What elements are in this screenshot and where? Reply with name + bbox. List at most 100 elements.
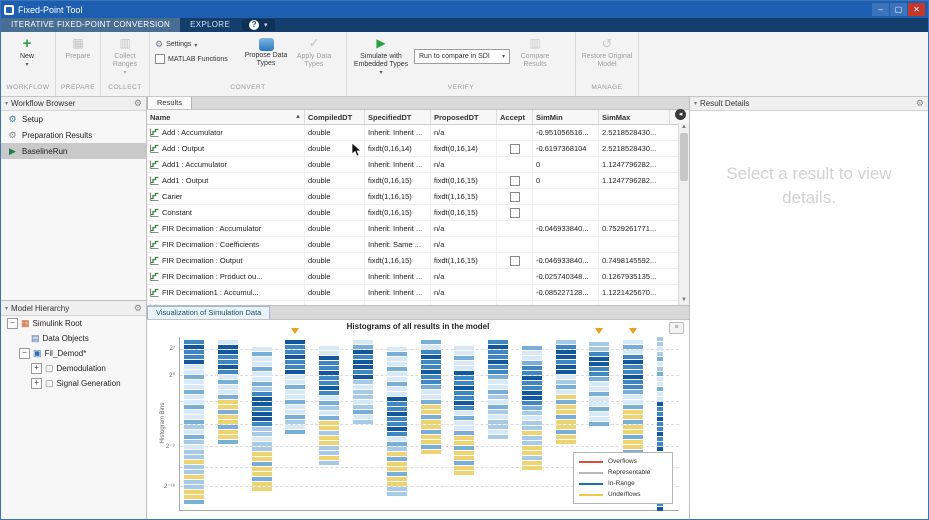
histogram-bin	[387, 442, 407, 446]
workflow-item-baselinerun[interactable]: ▶BaselineRun	[1, 143, 146, 159]
minimize-button[interactable]: –	[872, 3, 889, 16]
legend-swatch	[579, 494, 603, 496]
new-button[interactable]: New ▾	[4, 35, 50, 69]
tree-item-simulink-root[interactable]: −▦Simulink Root	[1, 316, 146, 331]
histogram-column[interactable]	[522, 337, 542, 510]
histogram-column[interactable]	[218, 337, 238, 510]
expand-icon[interactable]: +	[31, 378, 42, 389]
histogram-bin	[556, 410, 576, 414]
apply-data-types-button: Apply Data Types	[291, 35, 337, 69]
table-row[interactable]: FIR Decimation : Outputdoublefixdt(1,16,…	[147, 253, 689, 269]
compare-results-button: Compare Results	[512, 35, 558, 69]
tree-item-data-objects[interactable]: ▤Data Objects	[1, 331, 146, 346]
histogram-bin	[285, 340, 305, 344]
histogram-bin	[589, 377, 609, 381]
histogram-bin	[421, 380, 441, 384]
tab-results[interactable]: Results	[147, 96, 192, 109]
tree-item-signal-generation[interactable]: +▢Signal Generation	[1, 376, 146, 391]
accept-checkbox[interactable]	[510, 144, 520, 154]
table-row[interactable]: Constantdoublefixdt(0,16,15)fixdt(0,16,1…	[147, 205, 689, 221]
table-row[interactable]: Add1 : AccumulatordoubleInherit: Inherit…	[147, 157, 689, 173]
axes-toolbar-icon[interactable]	[669, 322, 684, 334]
table-row[interactable]: Add : Outputdoublefixdt(0,16,14)fixdt(0,…	[147, 141, 689, 157]
histogram-bin	[387, 402, 407, 406]
histogram-bin	[589, 387, 609, 391]
table-row[interactable]: Add : AccumulatordoubleInherit: Inherit …	[147, 125, 689, 141]
histogram-bin	[252, 392, 272, 396]
maximize-button[interactable]: ▢	[890, 3, 907, 16]
tab-iterative-fixed-point-conversion[interactable]: ITERATIVE FIXED-POINT CONVERSION	[1, 18, 180, 32]
run-compare-sdi-combo[interactable]: Run to compare in SDI ▾	[414, 49, 510, 64]
table-row[interactable]: FIR Decimation : Product ou...doubleInhe…	[147, 269, 689, 285]
histogram-column[interactable]	[387, 337, 407, 510]
tab-visualization[interactable]: Visualization of Simulation Data	[147, 306, 270, 319]
histogram-bin	[387, 472, 407, 476]
accept-checkbox[interactable]	[510, 208, 520, 218]
tree-item-fil-demod-[interactable]: −▣Fil_Demod*	[1, 346, 146, 361]
table-row[interactable]: FIR Decimation1 : Accumul...doubleInheri…	[147, 285, 689, 301]
histogram-column[interactable]	[319, 337, 339, 510]
subsystem-icon: ▢	[45, 378, 54, 389]
accept-checkbox[interactable]	[510, 256, 520, 266]
collapse-icon[interactable]: −	[19, 348, 30, 359]
collect-ranges-button: Collect Ranges ▾	[104, 35, 146, 77]
column-header-proposeddt[interactable]: ProposedDT	[431, 110, 497, 124]
histogram-bin	[421, 395, 441, 399]
histogram-column[interactable]	[421, 337, 441, 510]
histogram-bin	[454, 441, 474, 445]
table-row[interactable]: Add1 : Outputdoublefixdt(0,16,15)fixdt(0…	[147, 173, 689, 189]
vertical-scrollbar[interactable]: ▲ ▼	[678, 123, 689, 305]
model-hierarchy-gear-icon[interactable]: ⚙	[134, 303, 142, 313]
workflow-item-preparation-results[interactable]: ⚙Preparation Results	[1, 127, 146, 143]
histogram-bin	[589, 402, 609, 406]
histogram-column[interactable]	[454, 337, 474, 510]
simulate-embedded-button[interactable]: Simulate with Embedded Types ▾	[350, 35, 412, 77]
histogram-column[interactable]	[252, 337, 272, 510]
workflow-browser-gear-icon[interactable]: ⚙	[134, 98, 142, 108]
column-header-simmax[interactable]: SimMax	[599, 110, 670, 124]
propose-data-types-button[interactable]: Propose Data Types	[243, 35, 289, 68]
histogram-column[interactable]	[184, 337, 204, 510]
accept-checkbox[interactable]	[510, 192, 520, 202]
column-header-compileddt[interactable]: CompiledDT	[305, 110, 365, 124]
scrollbar-thumb[interactable]	[680, 133, 688, 181]
matlab-functions-checkbox[interactable]	[155, 54, 165, 64]
histogram-column[interactable]	[488, 337, 508, 510]
chevron-down-icon[interactable]: ▾	[5, 100, 8, 107]
tab-explore[interactable]: EXPLORE	[180, 18, 240, 32]
histogram-bin	[589, 422, 609, 426]
column-header-specifieddt[interactable]: SpecifiedDT	[365, 110, 431, 124]
table-row[interactable]: Carierdoublefixdt(1,16,15)fixdt(1,16,15)	[147, 189, 689, 205]
histogram-bin	[657, 407, 663, 411]
legend-entry: Representable	[579, 467, 667, 478]
scroll-up-icon[interactable]: ▲	[679, 123, 689, 132]
collapse-icon[interactable]: −	[7, 318, 18, 329]
chevron-down-icon[interactable]: ▾	[694, 100, 697, 107]
result-details-gear-icon[interactable]: ⚙	[916, 98, 924, 108]
histogram-bin	[252, 397, 272, 401]
table-row[interactable]: FIR Decimation : AccumulatordoubleInheri…	[147, 221, 689, 237]
workflow-item-setup[interactable]: ⚙Setup	[1, 111, 146, 127]
table-menu-button[interactable]: ◂	[675, 109, 686, 120]
chevron-down-icon[interactable]: ▾	[5, 305, 8, 312]
column-header-name[interactable]: Name▲	[147, 110, 305, 124]
close-button[interactable]: ✕	[908, 3, 925, 16]
table-row[interactable]: FIR Decimation : CoefficientsdoubleInher…	[147, 237, 689, 253]
accept-checkbox[interactable]	[510, 176, 520, 186]
histogram-column[interactable]	[353, 337, 373, 510]
histogram-bin	[184, 425, 204, 429]
settings-button[interactable]: ⚙ Settings ▾	[155, 39, 239, 50]
ribbon-collapse-icon[interactable]: ▾	[264, 21, 268, 29]
column-header-simmin[interactable]: SimMin	[533, 110, 599, 124]
column-header-accept[interactable]: Accept	[497, 110, 533, 124]
help-icon[interactable]: ?	[249, 20, 259, 30]
matlab-functions-toggle[interactable]: MATLAB Functions	[155, 54, 239, 64]
histogram-column[interactable]	[285, 337, 305, 510]
histogram-bin	[252, 432, 272, 436]
histogram-bin	[657, 362, 663, 366]
expand-icon[interactable]: +	[31, 363, 42, 374]
tree-item-demodulation[interactable]: +▢Demodulation	[1, 361, 146, 376]
histogram-bin	[218, 375, 238, 379]
scroll-down-icon[interactable]: ▼	[679, 296, 689, 305]
histogram-bin	[623, 410, 643, 414]
